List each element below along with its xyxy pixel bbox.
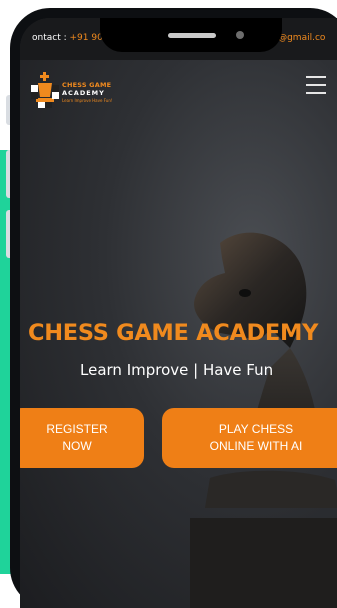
register-now-button[interactable]: REGISTER NOW	[20, 408, 144, 468]
play-button-line-2: ONLINE WITH AI	[209, 439, 303, 453]
chess-king-icon	[31, 72, 59, 108]
logo-tagline: Learn Improve Have Fun!	[62, 98, 113, 103]
register-button-line-2: NOW	[62, 439, 92, 453]
hero-subtitle: Learn Improve | Have Fun	[80, 361, 274, 379]
hamburger-menu-icon[interactable]	[306, 76, 326, 94]
contact-bar: ontact : +91 90 my@gmail.co	[20, 18, 337, 60]
register-button-label: REGISTER NOW	[46, 421, 107, 455]
logo-subtitle: ACADEMY	[62, 89, 105, 97]
front-camera	[236, 31, 244, 39]
hero-title: CHESS GAME ACADEMY	[28, 320, 319, 346]
logo-title: CHESS GAME	[62, 81, 112, 89]
speaker-grille	[168, 33, 216, 38]
play-button-label: PLAY CHESS ONLINE WITH AI	[210, 421, 303, 455]
contact-phone-number[interactable]: +91 90	[70, 33, 103, 43]
register-button-line-1: REGISTER	[46, 422, 108, 436]
contact-phone[interactable]: ontact : +91 90	[32, 33, 103, 43]
contact-label: ontact :	[32, 33, 70, 43]
phone-screen: ontact : +91 90 my@gmail.co CHESS GAME A…	[20, 18, 337, 608]
play-chess-online-button[interactable]: PLAY CHESS ONLINE WITH AI	[162, 408, 337, 468]
play-button-line-1: PLAY CHESS	[218, 422, 294, 436]
site-logo[interactable]: CHESS GAME ACADEMY Learn Improve Have Fu…	[30, 66, 130, 108]
phone-notch	[100, 18, 282, 52]
